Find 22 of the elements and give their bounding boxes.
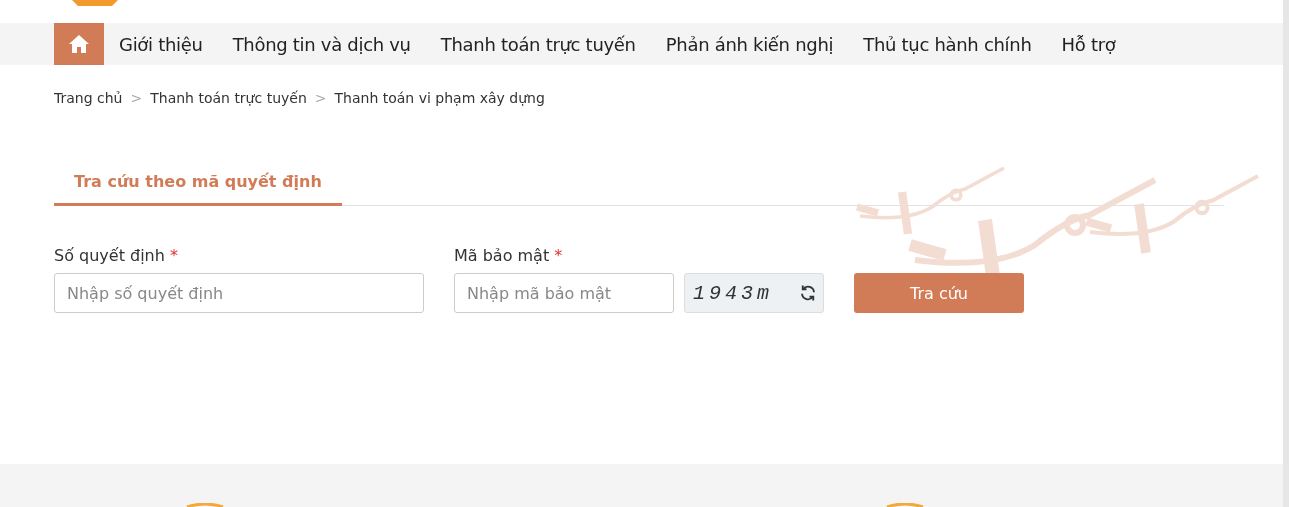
logo-icon: [72, 0, 118, 6]
nav-link[interactable]: Thanh toán trực tuyến: [425, 23, 651, 65]
nav-link[interactable]: Hỗ trợ: [1046, 23, 1131, 65]
breadcrumb-separator: >: [130, 90, 143, 106]
home-icon: [68, 34, 90, 54]
security-code-field[interactable]: Nhập mã bảo mật: [454, 273, 674, 313]
footer-icon: [885, 503, 925, 507]
nav-link[interactable]: Thông tin và dịch vụ: [217, 23, 426, 65]
home-button[interactable]: [54, 23, 104, 65]
nav-link[interactable]: Phản ánh kiến nghị: [650, 23, 849, 65]
breadcrumb-separator: >: [314, 90, 327, 106]
refresh-icon[interactable]: [799, 284, 817, 302]
decision-number-field[interactable]: Nhập số quyết định: [54, 273, 424, 313]
field-label: Mã bảo mật *: [454, 246, 564, 265]
breadcrumb-link[interactable]: Trang chủ: [54, 90, 123, 106]
nav-link[interactable]: Giới thiệu: [104, 23, 218, 65]
field-label: Số quyết định *: [54, 246, 179, 265]
footer-icon: [185, 503, 225, 507]
nav-link[interactable]: Thủ tục hành chính: [848, 23, 1047, 65]
captcha-text: 1943m: [693, 281, 773, 305]
breadcrumb-link[interactable]: Thanh toán vi phạm xây dựng: [334, 90, 545, 106]
breadcrumb-link[interactable]: Thanh toán trực tuyến: [150, 90, 307, 106]
